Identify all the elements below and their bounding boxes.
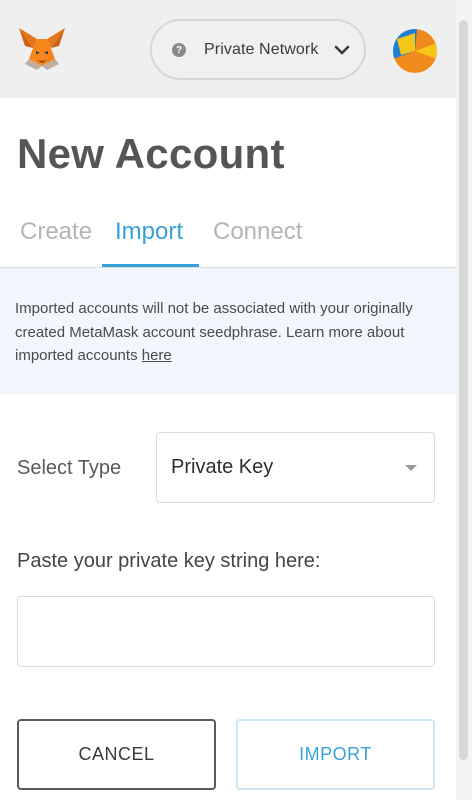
- tab-create[interactable]: Create: [20, 218, 92, 246]
- tab-connect[interactable]: Connect: [213, 218, 302, 246]
- chevron-down-icon: [334, 45, 350, 55]
- private-key-input[interactable]: [17, 596, 435, 667]
- private-key-label: Paste your private key string here:: [17, 550, 321, 572]
- network-label: Private Network: [204, 41, 319, 58]
- cancel-button[interactable]: CANCEL: [17, 719, 216, 790]
- learn-more-link[interactable]: here: [142, 347, 172, 364]
- metamask-popup: ? Private Network New Account Create Imp…: [0, 0, 472, 800]
- select-type-label: Select Type: [17, 457, 122, 479]
- network-dropdown[interactable]: ? Private Network: [150, 19, 366, 80]
- question-circle-icon: ?: [172, 43, 186, 57]
- select-type-dropdown[interactable]: Private Key: [156, 432, 435, 503]
- import-notice-text: Imported accounts will not be associated…: [15, 297, 435, 368]
- app-header: ? Private Network: [0, 0, 456, 98]
- select-type-value: Private Key: [171, 456, 274, 478]
- caret-down-icon: [405, 465, 417, 471]
- notice-message: Imported accounts will not be associated…: [15, 300, 413, 364]
- import-button[interactable]: IMPORT: [236, 719, 435, 790]
- metamask-fox-logo[interactable]: [17, 26, 67, 72]
- scrollbar-thumb[interactable]: [459, 20, 468, 760]
- account-avatar[interactable]: [393, 29, 437, 73]
- page-title: New Account: [17, 130, 285, 177]
- tab-import[interactable]: Import: [115, 218, 183, 246]
